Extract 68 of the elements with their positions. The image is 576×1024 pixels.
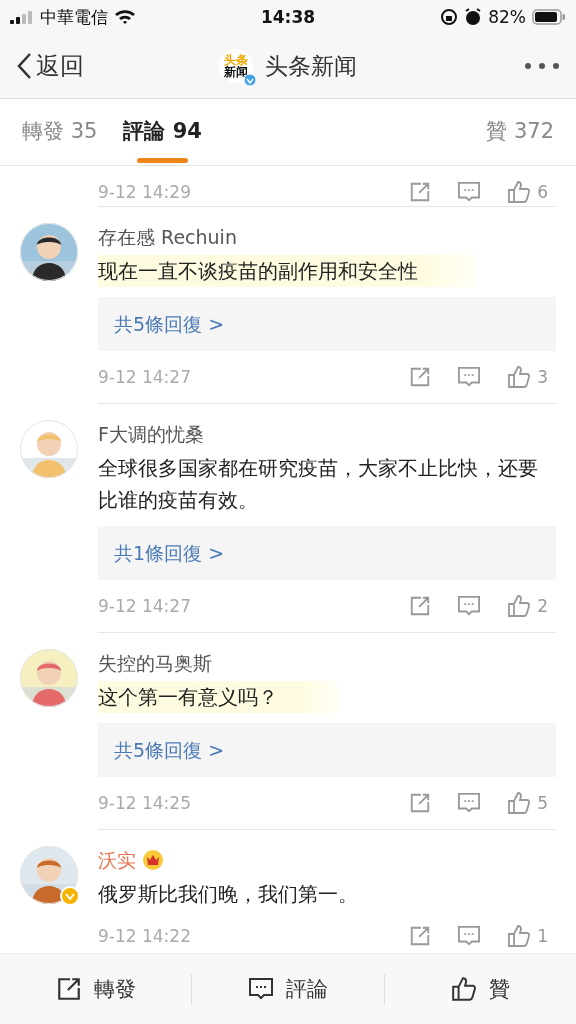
share-link[interactable] [409,595,432,617]
comment-icon [457,181,482,203]
thumbs-up-icon [507,924,532,948]
tab[interactable]: 贊 372 [486,101,554,163]
like-button[interactable]: 2 [507,594,548,618]
battery-icon [532,9,566,25]
reply-link[interactable] [457,366,482,388]
comment-button[interactable]: 評論 [192,974,384,1004]
share-link[interactable] [409,792,432,814]
wifi-icon [114,9,136,25]
comment-text: 俄罗斯比我们晚，我们第一。 [98,881,358,908]
carrier-name: 中華電信 [40,5,108,29]
comment-text: 全球很多国家都在研究疫苗，大家不止比快，还要比谁的疫苗有效。 [98,455,539,514]
battery-percent: 82% [488,7,526,27]
comment-icon [457,595,482,617]
clock-time: 14:38 [260,7,316,27]
reply-link[interactable] [457,595,482,617]
share-icon [55,976,82,1002]
crown-icon [142,849,164,871]
replies-link[interactable]: 共5條回復 > [98,297,556,351]
user-name[interactable]: 存在感 Rechuin [98,225,237,249]
share-link[interactable] [409,366,432,388]
thumbs-up-icon [507,791,532,815]
comment-text: 现在一直不谈疫苗的副作用和安全性 [98,255,478,287]
share-link[interactable] [409,925,432,947]
comment-time: 9-12 14:22 [98,926,192,946]
thumbs-up-icon [507,180,532,204]
tab[interactable]: 評論 94 [123,101,202,163]
user-name[interactable]: 沃实 [98,848,136,872]
share-link[interactable] [409,181,432,203]
user-name[interactable]: F大调的忧桑 [98,422,204,446]
reply-link[interactable] [457,925,482,947]
comment-text: 这个第一有意义吗？ [98,681,338,713]
comment-icon [248,976,274,1002]
like-button[interactable]: 6 [507,180,548,204]
alarm-icon [464,8,483,26]
reply-link[interactable] [457,792,482,814]
thumbs-up-icon [507,594,532,618]
page-title: 头条新闻 [265,51,357,81]
like-button[interactable]: 3 [507,365,548,389]
reply-link[interactable] [457,181,482,203]
back-button[interactable]: 返回 [16,50,84,82]
share-icon [409,181,432,203]
more-icon[interactable] [524,62,560,70]
tab[interactable]: 轉發 35 [22,101,98,163]
thumbs-up-icon [450,976,477,1002]
share-icon [409,925,432,947]
comment-icon [457,792,482,814]
like-button[interactable]: 贊 [384,974,576,1004]
thumbs-up-icon [507,365,532,389]
share-icon [409,595,432,617]
share-icon [409,366,432,388]
replies-link[interactable]: 共1條回復 > [98,526,556,580]
like-button[interactable]: 1 [507,924,548,948]
replies-link[interactable]: 共5條回復 > [98,723,556,777]
comment-time: 9-12 14:25 [98,793,192,813]
comment-icon [457,366,482,388]
share-button[interactable]: 轉發 [0,974,192,1004]
comment-time: 9-12 14:29 [98,182,192,202]
like-button[interactable]: 5 [507,791,548,815]
share-icon [409,792,432,814]
user-name[interactable]: 失控的马奥斯 [98,651,212,675]
comment-time: 9-12 14:27 [98,367,192,387]
comment-time: 9-12 14:27 [98,596,192,616]
chevron-left-icon [16,52,32,80]
rotation-lock-icon [440,8,459,26]
comment-icon [457,925,482,947]
signal-icon [10,10,34,24]
